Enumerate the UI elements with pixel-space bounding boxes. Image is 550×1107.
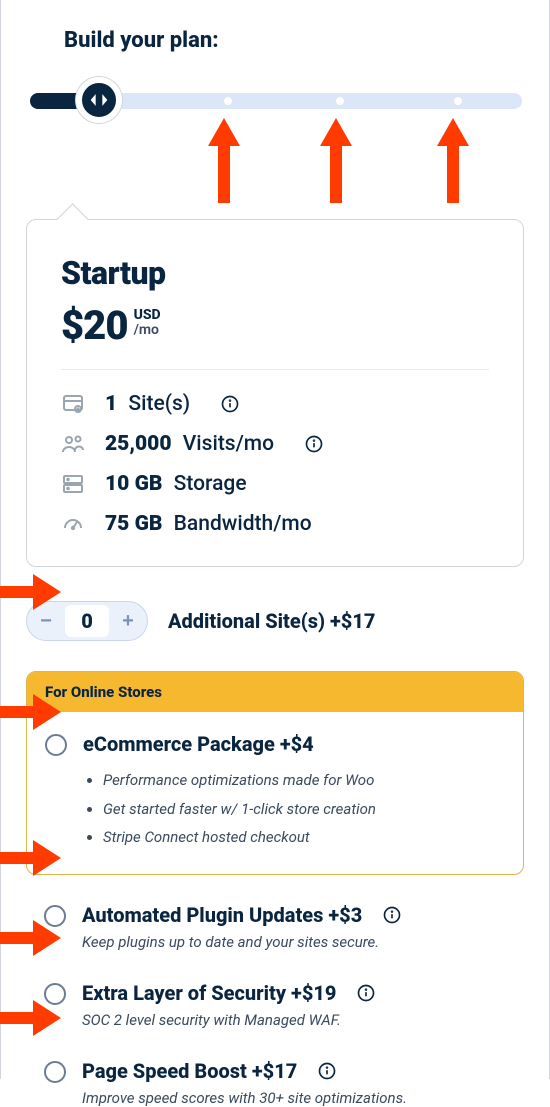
spec-value: 10 GB [105, 472, 162, 496]
annotation-up-arrow-icon [437, 118, 469, 203]
annotation-up-arrow-icon [208, 118, 240, 203]
addon-desc: Keep plugins up to date and your sites s… [82, 933, 402, 951]
spec-value: 1 [105, 392, 117, 416]
price-currency: USD [134, 308, 161, 323]
spec-visits: 25,000 Visits/mo [61, 432, 489, 456]
plan-card: Startup $20 USD /mo 1 Site(s) 25,000 Vis… [26, 219, 524, 567]
info-icon[interactable] [304, 434, 324, 454]
addon-extra-security: Extra Layer of Security +$19 SOC 2 level… [26, 981, 524, 1029]
spec-label: Visits/mo [183, 432, 274, 456]
spec-storage: 10 GB Storage [61, 472, 489, 496]
slider-tick [336, 97, 344, 105]
ecommerce-badge: For Online Stores [27, 672, 523, 712]
plan-slider[interactable] [28, 83, 524, 119]
slider-tick [454, 97, 462, 105]
list-item: Performance optimizations made for Woo [103, 766, 376, 795]
page-title: Build your plan: [64, 28, 524, 53]
addon-title: Automated Plugin Updates +$3 [82, 903, 362, 927]
stepper-value: 0 [65, 605, 109, 637]
spec-label: Bandwidth/mo [174, 512, 312, 536]
stepper-label: Additional Site(s) +$17 [168, 609, 375, 633]
addon-page-speed-boost: Page Speed Boost +$17 Improve speed scor… [26, 1059, 524, 1107]
ecommerce-card: For Online Stores eCommerce Package +$4 … [26, 671, 524, 875]
plan-price: $20 [61, 302, 128, 349]
storage-icon [61, 472, 85, 496]
bandwidth-icon [61, 512, 85, 536]
addon-automated-plugin-updates: Automated Plugin Updates +$3 Keep plugin… [26, 903, 524, 951]
addon-desc: Improve speed scores with 30+ site optim… [82, 1089, 407, 1107]
ecommerce-title: eCommerce Package +$4 [83, 732, 376, 756]
spec-bandwidth: 75 GB Bandwidth/mo [61, 512, 489, 536]
addon-desc: SOC 2 level security with Managed WAF. [82, 1011, 376, 1029]
ecommerce-bullets: Performance optimizations made for Woo G… [83, 766, 376, 852]
additional-sites-stepper[interactable]: − 0 + [26, 601, 148, 641]
info-icon[interactable] [317, 1061, 337, 1081]
addon-title: Extra Layer of Security +$19 [82, 981, 336, 1005]
slider-thumb[interactable] [76, 77, 122, 123]
info-icon[interactable] [220, 394, 240, 414]
spec-value: 25,000 [105, 432, 172, 456]
list-item: Get started faster w/ 1-click store crea… [103, 795, 376, 824]
annotation-up-arrow-icon [320, 118, 352, 203]
addon-radio[interactable] [44, 983, 66, 1005]
spec-value: 75 GB [105, 512, 162, 536]
stepper-decrement-button[interactable]: − [27, 602, 65, 640]
list-item: Stripe Connect hosted checkout [103, 823, 376, 852]
plan-name: Startup [61, 254, 489, 292]
stepper-increment-button[interactable]: + [109, 602, 147, 640]
info-icon[interactable] [382, 905, 402, 925]
spec-sites: 1 Site(s) [61, 392, 489, 416]
addon-radio[interactable] [44, 1061, 66, 1083]
slider-tick [224, 97, 232, 105]
ecommerce-radio[interactable] [45, 734, 67, 756]
addon-radio[interactable] [44, 905, 66, 927]
info-icon[interactable] [356, 983, 376, 1003]
spec-label: Site(s) [128, 392, 190, 416]
price-period: /mo [134, 323, 161, 338]
sites-icon [61, 392, 85, 416]
visits-icon [61, 432, 85, 456]
spec-label: Storage [174, 472, 247, 496]
